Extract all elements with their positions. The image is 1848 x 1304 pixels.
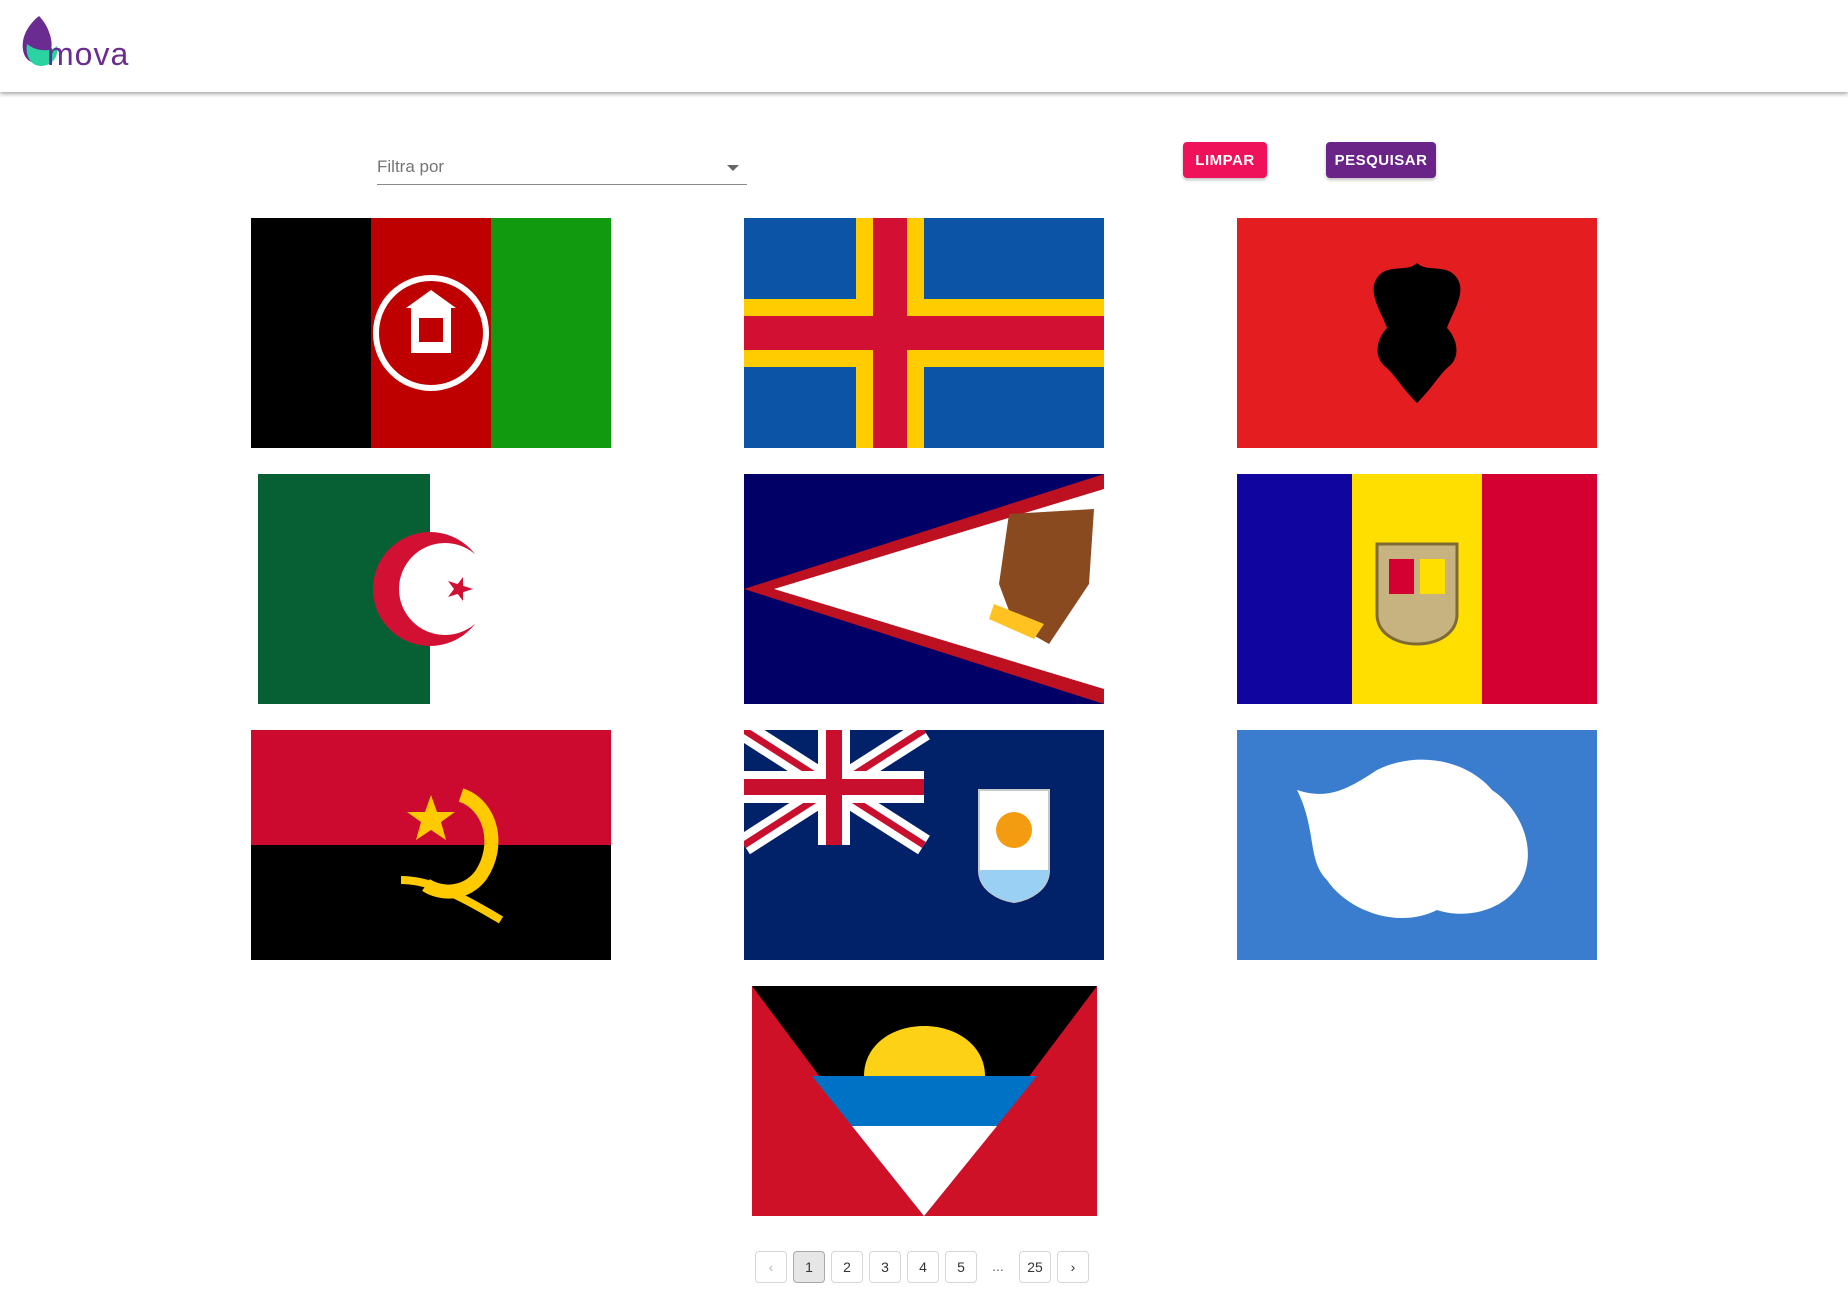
american-samoa-flag[interactable] [744, 474, 1104, 704]
page-button-1[interactable]: 1 [793, 1251, 825, 1283]
prev-page-button[interactable]: ‹ [755, 1251, 787, 1283]
page-button-5[interactable]: 5 [945, 1251, 977, 1283]
mova-logo[interactable]: mova [17, 14, 128, 76]
pagination: ‹ 1 2 3 4 5 ... 25 › [755, 1251, 1089, 1283]
search-button[interactable]: PESQUISAR [1326, 142, 1436, 178]
clear-button[interactable]: LIMPAR [1183, 142, 1267, 178]
andorra-flag[interactable] [1237, 474, 1597, 704]
afghanistan-flag[interactable] [251, 218, 611, 448]
dropdown-caret-icon [727, 165, 739, 171]
page-button-25[interactable]: 25 [1019, 1251, 1051, 1283]
page-ellipsis: ... [983, 1251, 1013, 1281]
angola-flag[interactable] [251, 730, 611, 960]
page-button-4[interactable]: 4 [907, 1251, 939, 1283]
logo-text: mova [47, 36, 130, 72]
aland-islands-flag[interactable] [744, 218, 1104, 448]
next-page-button[interactable]: › [1057, 1251, 1089, 1283]
page-button-2[interactable]: 2 [831, 1251, 863, 1283]
page-button-3[interactable]: 3 [869, 1251, 901, 1283]
filter-label: Filtra por [377, 157, 445, 176]
filter-select[interactable]: Filtra por [377, 155, 747, 185]
anguilla-flag[interactable] [744, 730, 1104, 960]
albania-flag[interactable] [1237, 218, 1597, 448]
antarctica-flag[interactable] [1237, 730, 1597, 960]
algeria-flag[interactable] [258, 474, 603, 704]
antigua-and-barbuda-flag[interactable] [752, 986, 1097, 1216]
top-bar: mova [0, 0, 1848, 92]
